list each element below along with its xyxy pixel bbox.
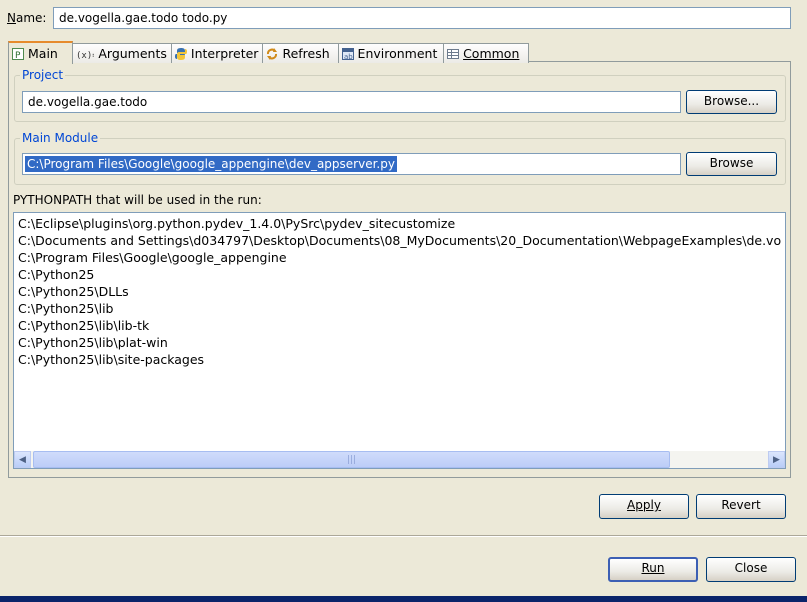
scroll-right-icon[interactable]: ▶ [768, 451, 785, 468]
main-module-browse-button[interactable]: Browse [686, 152, 777, 176]
window-bottom-edge [0, 596, 807, 602]
pythonpath-list[interactable]: C:\Eclipse\plugins\org.python.pydev_1.4.… [13, 212, 786, 469]
tab-refresh[interactable]: Refresh [263, 43, 339, 63]
footer-separator [0, 535, 807, 537]
python-icon [174, 47, 187, 60]
name-input[interactable]: de.vogella.gae.todo todo.py [53, 7, 791, 29]
svg-text:ab: ab [344, 53, 353, 60]
tab-main-label: Main [28, 46, 58, 61]
run-button[interactable]: Run [608, 557, 698, 582]
tab-bar: P Main (x)= Arguments Interpreter Refres… [8, 41, 529, 64]
revert-button[interactable]: Revert [696, 494, 786, 519]
tab-arguments-label: Arguments [98, 46, 167, 61]
tab-environment[interactable]: ab Environment [338, 43, 445, 63]
project-group-title: Project [20, 68, 66, 82]
tab-interpreter-label: Interpreter [190, 46, 259, 61]
project-browse-button[interactable]: Browse... [686, 90, 777, 114]
apply-label: Apply [627, 498, 661, 512]
pythonpath-entry[interactable]: C:\Python25 [14, 266, 785, 283]
pythonpath-entry[interactable]: C:\Python25\lib\plat-win [14, 334, 785, 351]
main-module-input[interactable]: C:\Program Files\Google\google_appengine… [22, 153, 681, 175]
tab-arguments[interactable]: (x)= Arguments [73, 43, 172, 63]
scroll-thumb[interactable]: ||| [33, 451, 670, 468]
tab-common[interactable]: Common [444, 43, 529, 63]
tab-refresh-label: Refresh [282, 46, 330, 61]
tab-interpreter[interactable]: Interpreter [171, 43, 264, 63]
close-button[interactable]: Close [706, 557, 796, 582]
pythonpath-entry[interactable]: C:\Documents and Settings\d034797\Deskto… [14, 232, 785, 249]
svg-text:(x)=: (x)= [76, 51, 94, 60]
pythonpath-label: PYTHONPATH that will be used in the run: [13, 193, 262, 207]
horizontal-scrollbar[interactable]: ◀ ||| ▶ [14, 451, 785, 468]
main-module-group-title: Main Module [20, 131, 101, 145]
tab-common-text: Common [463, 46, 520, 61]
pythonpath-entry[interactable]: C:\Python25\DLLs [14, 283, 785, 300]
name-label: Name: [7, 11, 47, 25]
pythonpath-entry[interactable]: C:\Eclipse\plugins\org.python.pydev_1.4.… [14, 215, 785, 232]
apply-button[interactable]: Apply [599, 494, 689, 519]
tab-environment-label: Environment [357, 46, 438, 61]
arguments-icon: (x)= [76, 48, 98, 61]
tab-common-label: Common [463, 46, 519, 61]
pythonpath-entries: C:\Eclipse\plugins\org.python.pydev_1.4.… [14, 213, 785, 368]
refresh-icon [266, 47, 278, 60]
pythonpath-entry[interactable]: C:\Program Files\Google\google_appengine [14, 249, 785, 266]
svg-text:P: P [15, 51, 21, 60]
run-label: Run [641, 561, 665, 575]
pythonpath-entry[interactable]: C:\Python25\lib\lib-tk [14, 317, 785, 334]
main-module-selection: C:\Program Files\Google\google_appengine… [25, 156, 397, 172]
common-icon [447, 48, 460, 60]
tab-main[interactable]: P Main [8, 41, 74, 64]
main-tab-icon: P [12, 47, 24, 61]
pythonpath-entry[interactable]: C:\Python25\lib [14, 300, 785, 317]
pythonpath-entry[interactable]: C:\Python25\lib\site-packages [14, 351, 785, 368]
project-input[interactable]: de.vogella.gae.todo [22, 91, 681, 113]
environment-icon: ab [341, 47, 354, 61]
scroll-left-icon[interactable]: ◀ [14, 451, 31, 468]
